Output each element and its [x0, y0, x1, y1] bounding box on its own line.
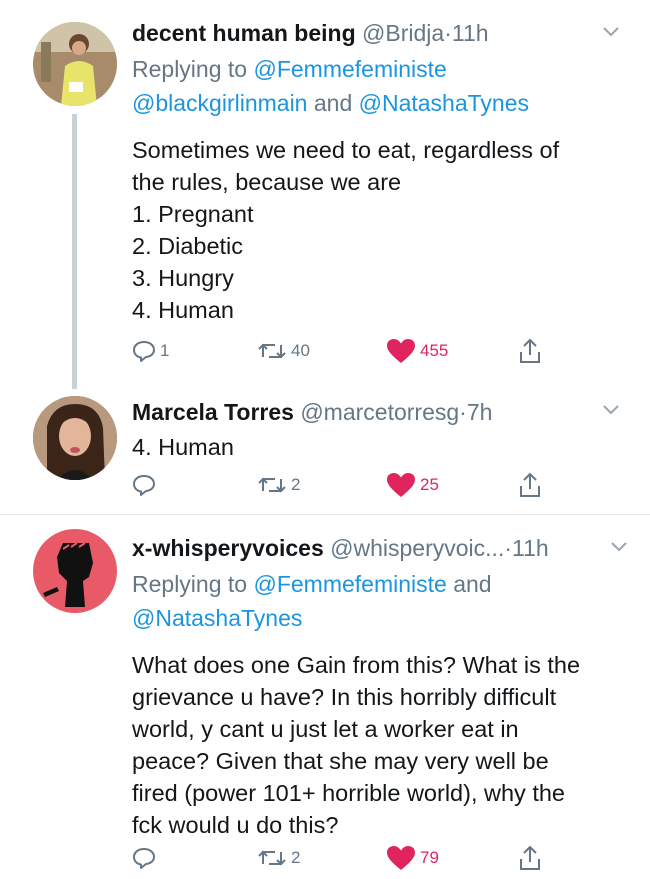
display-name[interactable]: decent human being [132, 20, 356, 46]
tweet-header: Marcela Torres @marcetorresg·7h [132, 397, 632, 427]
replying-and: and [453, 571, 492, 597]
avatar[interactable] [33, 529, 117, 613]
replying-to: Replying to @Femmefeministe and [132, 567, 632, 601]
retweet-button[interactable]: 40 [257, 336, 310, 366]
chevron-down-icon[interactable] [610, 541, 628, 553]
tweet-text: What does one Gain from this? What is th… [132, 652, 581, 838]
like-count: 25 [420, 475, 439, 494]
separator-dot: · [444, 20, 452, 46]
display-name[interactable]: x-whisperyvoices [132, 535, 324, 561]
tweet-1[interactable]: decent human being @Bridja·11h Replying … [0, 0, 650, 392]
share-button[interactable] [518, 470, 542, 500]
reply-icon [133, 475, 155, 496]
retweet-icon [258, 477, 286, 493]
heart-icon [387, 846, 415, 870]
timestamp[interactable]: 11h [452, 20, 489, 46]
replying-to-cont: @blackgirlinmain and @NatashaTynes [132, 86, 632, 120]
replying-prefix: Replying to [132, 56, 248, 82]
share-icon [520, 845, 540, 870]
mention-link[interactable]: @Femmefeministe [253, 571, 446, 597]
tweet-text: Sometimes we need to eat, regardless of … [132, 137, 560, 323]
share-button[interactable] [518, 336, 542, 366]
replying-prefix: Replying to [132, 571, 248, 597]
mention-link[interactable]: @NatashaTynes [132, 605, 302, 631]
mention-link[interactable]: @NatashaTynes [359, 90, 529, 116]
tweet-3[interactable]: x-whisperyvoices @whisperyvoic...·11h Re… [0, 515, 650, 879]
action-bar: 1 40 455 [132, 336, 562, 366]
retweet-button[interactable]: 2 [257, 470, 300, 500]
action-bar: 2 25 [132, 470, 562, 500]
reply-icon [133, 848, 155, 869]
like-button[interactable]: 25 [386, 470, 439, 500]
reply-count: 1 [160, 341, 170, 360]
reply-button[interactable]: 1 [132, 336, 169, 366]
thread-line [72, 114, 77, 389]
separator-dot: · [459, 399, 467, 425]
action-bar: 2 79 [132, 843, 562, 873]
timestamp[interactable]: 7h [467, 399, 493, 425]
timestamp[interactable]: 11h [512, 535, 549, 561]
share-button[interactable] [518, 843, 542, 873]
share-icon [520, 338, 540, 363]
display-name[interactable]: Marcela Torres [132, 399, 294, 425]
handle[interactable]: @whisperyvoic... [330, 535, 504, 561]
like-button[interactable]: 79 [386, 843, 439, 873]
tweet-2[interactable]: Marcela Torres @marcetorresg·7h 4. Human… [0, 392, 650, 512]
replying-to: Replying to @Femmefeministe [132, 52, 632, 86]
like-count: 79 [420, 848, 439, 867]
mention-link[interactable]: @blackgirlinmain [132, 90, 307, 116]
like-count: 455 [420, 341, 449, 360]
tweet-text: 4. Human [132, 434, 234, 460]
heart-icon [387, 339, 415, 363]
retweet-icon [258, 850, 286, 866]
like-button[interactable]: 455 [386, 336, 448, 366]
tweet-header: decent human being @Bridja·11h [132, 18, 632, 48]
avatar[interactable] [33, 22, 117, 106]
mention-link[interactable]: @Femmefeministe [253, 56, 446, 82]
reply-button[interactable] [132, 470, 160, 500]
reply-button[interactable] [132, 843, 160, 873]
separator-dot: · [504, 535, 513, 561]
replying-to-cont: @NatashaTynes [132, 601, 632, 635]
avatar[interactable] [33, 396, 117, 480]
chevron-down-icon[interactable] [602, 26, 620, 38]
handle[interactable]: @marcetorresg [300, 399, 459, 425]
handle[interactable]: @Bridja [362, 20, 444, 46]
reply-icon [133, 341, 155, 362]
retweet-count: 2 [291, 848, 301, 867]
replying-and: and [313, 90, 353, 116]
tweet-header: x-whisperyvoices @whisperyvoic...·11h [132, 533, 632, 563]
retweet-count: 2 [291, 475, 301, 494]
retweet-button[interactable]: 2 [257, 843, 300, 873]
share-icon [520, 472, 540, 497]
chevron-down-icon[interactable] [602, 404, 620, 416]
retweet-count: 40 [291, 341, 310, 360]
heart-icon [387, 473, 415, 497]
retweet-icon [258, 343, 286, 359]
